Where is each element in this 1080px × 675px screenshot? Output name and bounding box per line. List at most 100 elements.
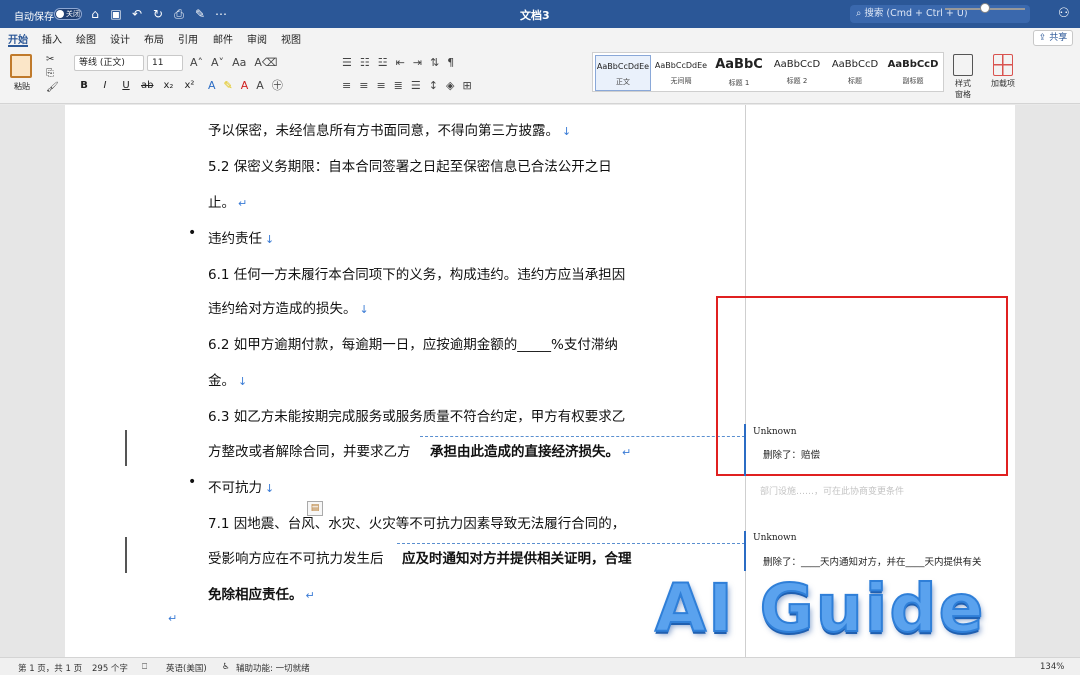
tab-review[interactable]: 审阅: [247, 31, 267, 46]
proofing-icon[interactable]: ⎕: [142, 662, 147, 672]
addins-icon: [993, 54, 1013, 76]
change-case-icon[interactable]: Aa: [232, 56, 246, 70]
cut-icon[interactable]: ✂: [46, 54, 54, 65]
doc-line[interactable]: 予以保密，未经信息所有方书面同意，不得向第三方披露。 ↓: [208, 119, 571, 139]
style-preview: AaBbCcD: [773, 59, 821, 70]
doc-line[interactable]: 止。 ↵: [208, 191, 247, 211]
line-spacing-icon[interactable]: ↕: [429, 79, 438, 93]
toggle-knob: [56, 10, 64, 18]
doc-line-inserted[interactable]: 承担由此造成的直接经济损失。 ↵: [430, 440, 631, 460]
edit-icon[interactable]: ✎: [193, 6, 207, 22]
numbering-icon[interactable]: ☷: [360, 56, 370, 70]
document-page[interactable]: [65, 105, 745, 657]
style-preview: AaBbCcDdEe: [654, 61, 708, 70]
accessibility-status[interactable]: 辅助功能: 一切就绪: [236, 662, 310, 674]
text-effects-icon[interactable]: A: [208, 79, 216, 93]
char-shading-icon[interactable]: A: [256, 79, 264, 93]
clear-format-icon[interactable]: A⌫: [254, 56, 277, 70]
italic-button[interactable]: I: [99, 79, 111, 93]
doc-line-inserted[interactable]: 应及时通知对方并提供相关证明，合理: [402, 547, 632, 567]
subscript-button[interactable]: x₂: [162, 79, 174, 93]
show-marks-icon[interactable]: ¶: [447, 56, 454, 70]
phonetic-icon[interactable]: ㊉: [272, 79, 283, 93]
highlight-icon[interactable]: ✎: [224, 79, 233, 93]
font-color-icon[interactable]: A: [241, 79, 249, 93]
revision-leader-line: [397, 543, 745, 544]
copy-icon[interactable]: ⎘: [46, 68, 54, 79]
align-center-icon[interactable]: ≡: [359, 79, 368, 93]
style-heading-1[interactable]: AaBbC 标题 1: [711, 55, 767, 91]
format-painter-icon[interactable]: 🖌: [46, 82, 59, 93]
redo-icon[interactable]: ↻: [151, 6, 165, 22]
shading-icon[interactable]: ◈: [446, 79, 454, 93]
doc-heading[interactable]: 违约责任 ↓: [208, 227, 274, 247]
tab-design[interactable]: 设计: [110, 31, 130, 46]
doc-line[interactable]: 受影响方应在不可抗力发生后: [208, 547, 384, 567]
distribute-icon[interactable]: ☰: [411, 79, 421, 93]
doc-line[interactable]: 违约给对方造成的损失。 ↓: [208, 297, 369, 317]
borders-icon[interactable]: ⊞: [462, 79, 471, 93]
multilevel-list-icon[interactable]: ☳: [378, 56, 388, 70]
doc-heading[interactable]: 不可抗力 ↓: [208, 476, 274, 496]
doc-line[interactable]: 金。 ↓: [208, 369, 247, 389]
font-size-select[interactable]: 11: [147, 55, 183, 71]
doc-line[interactable]: 6.1 任何一方未履行本合同项下的义务，构成违约。违约方应当承担因: [208, 263, 625, 283]
more-icon[interactable]: ⋯: [214, 6, 228, 22]
style-heading-2[interactable]: AaBbCcD 标题 2: [769, 55, 825, 91]
undo-icon[interactable]: ↶: [130, 6, 144, 22]
share-button[interactable]: ⇪ 共享: [1033, 30, 1073, 46]
save-icon[interactable]: ▣: [109, 6, 123, 22]
print-icon[interactable]: ⎙: [172, 6, 186, 22]
language-status[interactable]: 英语(美国): [166, 662, 207, 674]
doc-line-inserted[interactable]: 免除相应责任。 ↵: [208, 583, 315, 603]
word-count[interactable]: 295 个字: [92, 662, 128, 674]
accessibility-icon: ♿: [222, 662, 230, 672]
paste-icon[interactable]: [10, 54, 32, 78]
zoom-level[interactable]: 134%: [1040, 662, 1064, 672]
tab-insert[interactable]: 插入: [42, 31, 62, 46]
shrink-font-icon[interactable]: A˅: [211, 56, 224, 70]
page-count[interactable]: 第 1 页，共 1 页: [18, 662, 82, 674]
decrease-indent-icon[interactable]: ⇤: [396, 56, 405, 70]
style-subtitle[interactable]: AaBbCcD 副标题: [885, 55, 941, 91]
tab-references[interactable]: 引用: [178, 31, 198, 46]
ribbon-home: 粘贴 ✂ ⎘ 🖌 等线 (正文) 11 A˄ A˅ Aa A⌫ B I U ab…: [0, 48, 1080, 104]
style-no-spacing[interactable]: AaBbCcDdEe 无间隔: [653, 55, 709, 91]
align-left-icon[interactable]: ≡: [342, 79, 351, 93]
bold-button[interactable]: B: [78, 79, 90, 93]
align-right-icon[interactable]: ≡: [376, 79, 385, 93]
paragraph-tools-bottom: ≡ ≡ ≡ ≣ ☰ ↕ ◈ ⊞: [342, 79, 472, 93]
styles-pane-button[interactable]: 样式 窗格: [950, 54, 976, 100]
doc-line[interactable]: 方整改或者解除合同，并要求乙方: [208, 440, 411, 460]
autosave-toggle[interactable]: 关闭: [54, 8, 82, 20]
underline-button[interactable]: U: [120, 79, 132, 93]
tab-draw[interactable]: 绘图: [76, 31, 96, 46]
superscript-button[interactable]: x²: [183, 79, 195, 93]
zoom-slider-handle[interactable]: [980, 3, 990, 13]
strikethrough-button[interactable]: ab: [141, 79, 153, 93]
account-icon[interactable]: ⚇: [1058, 6, 1070, 21]
sort-icon[interactable]: ⇅: [430, 56, 439, 70]
comment-text[interactable]: 删除了：____天内通知对方，并在____天内提供有关: [763, 554, 982, 568]
style-normal[interactable]: AaBbCcDdEe 正文: [595, 55, 651, 91]
tab-home[interactable]: 开始: [8, 31, 28, 46]
bullets-icon[interactable]: ☰: [342, 56, 352, 70]
comment-bar: [744, 424, 746, 476]
doc-line[interactable]: 6.3 如乙方未能按期完成服务或服务质量不符合约定，甲方有权要求乙: [208, 405, 625, 425]
doc-line[interactable]: 7.1 因地震、台风、水灾、火灾等不可抗力因素导致无法履行合同的，: [208, 512, 625, 532]
font-name-select[interactable]: 等线 (正文): [74, 55, 144, 71]
doc-line[interactable]: 5.2 保密义务期限：自本合同签署之日起至保密信息已合法公开之日: [208, 155, 612, 175]
justify-icon[interactable]: ≣: [394, 79, 403, 93]
addins-button[interactable]: 加载项: [988, 54, 1018, 89]
grow-font-icon[interactable]: A˄: [190, 56, 203, 70]
tab-layout[interactable]: 布局: [144, 31, 164, 46]
tab-mailings[interactable]: 邮件: [213, 31, 233, 46]
comment-text[interactable]: 删除了：赔偿: [763, 447, 820, 461]
paste-options-icon[interactable]: ▤: [307, 501, 323, 516]
tab-view[interactable]: 视图: [281, 31, 301, 46]
style-title[interactable]: AaBbCcD 标题: [827, 55, 883, 91]
increase-indent-icon[interactable]: ⇥: [413, 56, 422, 70]
home-icon[interactable]: ⌂: [88, 6, 102, 22]
doc-line[interactable]: 6.2 如甲方逾期付款，每逾期一日，应按逾期金额的_____%支付滞纳: [208, 333, 618, 353]
status-bar: 第 1 页，共 1 页 295 个字 ⎕ 英语(美国) ♿ 辅助功能: 一切就绪…: [0, 657, 1080, 675]
